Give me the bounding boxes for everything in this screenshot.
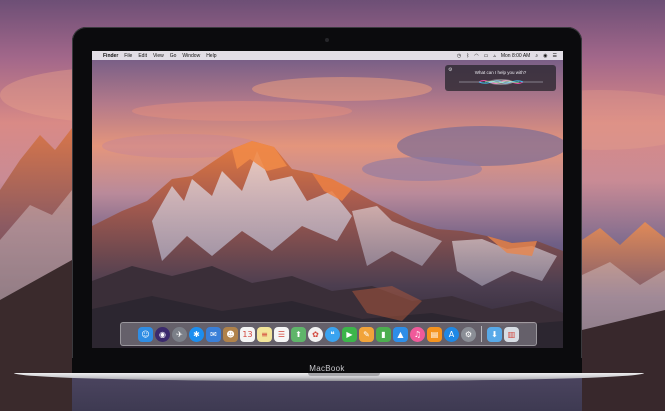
menu-view[interactable]: View [153,53,164,59]
menu-clock[interactable]: Mon 8:00 AM [501,53,530,59]
siri-icon[interactable]: ◉ [543,53,547,59]
facetime-icon[interactable]: ▶ [342,326,357,342]
dock-separator [481,326,482,342]
menu-finder[interactable]: Finder [103,53,118,59]
app-store-icon[interactable]: A [444,326,459,342]
desktop-wallpaper [92,51,563,348]
numbers-icon[interactable]: ▮ [376,326,391,342]
notification-center-icon[interactable]: ☰ [553,53,557,59]
menu-edit[interactable]: Edit [138,53,147,59]
menu-file[interactable]: File [124,53,132,59]
battery-icon[interactable]: ▭ [484,53,489,59]
maps-icon[interactable]: ⬆ [291,326,306,342]
siri-icon[interactable]: ◉ [155,326,170,342]
finder-icon[interactable]: ☺ [138,326,153,342]
itunes-icon[interactable]: ♫ [410,326,425,342]
menu-bar: Finder File Edit View Go Window Help ◷ ᛒ… [92,51,563,60]
menu-help[interactable]: Help [206,53,216,59]
downloads-folder-icon[interactable]: ⬇ [487,326,502,342]
bluetooth-icon[interactable]: ᛒ [466,53,469,59]
launchpad-icon[interactable]: ✈ [172,326,187,342]
time-machine-icon[interactable]: ◷ [457,53,461,59]
menu-bar-status-area: ◷ ᛒ ◠ ▭ ▵ Mon 8:00 AM ⌕ ◉ ☰ [452,53,563,59]
dock: ☺ ◉ ✈ ✱ ✉ ☻ 13 ≡ ☰ ⬆ ✿ ❝ ▶ ✎ ▮ ▲ ♫ ▤ A ⚙ ⬇ ▥ [120,322,537,346]
system-preferences-icon[interactable]: ⚙ [461,326,476,342]
camera-icon [325,38,329,42]
siri-prompt: What can I help you with? [474,70,527,75]
siri-waveform [459,79,543,85]
pages-icon[interactable]: ✎ [359,326,374,342]
safari-icon[interactable]: ✱ [189,326,204,342]
contacts-icon[interactable]: ☻ [223,326,238,342]
reminders-icon[interactable]: ☰ [274,326,289,342]
siri-panel: ⚙ What can I help you with? [445,65,556,91]
ibooks-icon[interactable]: ▤ [427,326,442,342]
messages-icon[interactable]: ❝ [325,326,340,342]
mail-icon[interactable]: ✉ [206,326,221,342]
laptop-brand-label: MacBook [309,364,345,373]
laptop-chin: MacBook [72,358,582,373]
keynote-icon[interactable]: ▲ [393,326,408,342]
calendar-icon[interactable]: 13 [240,326,255,342]
laptop-base-notch [308,373,380,376]
desktop-screen: Finder File Edit View Go Window Help ◷ ᛒ… [92,51,563,348]
wifi-icon[interactable]: ◠ [474,53,478,59]
menu-go[interactable]: Go [170,53,177,59]
photos-icon[interactable]: ✿ [308,326,323,342]
menu-window[interactable]: Window [182,53,200,59]
notes-icon[interactable]: ≡ [257,326,272,342]
trash-icon[interactable]: ▥ [504,326,519,342]
airplay-icon[interactable]: ▵ [493,53,496,59]
spotlight-icon[interactable]: ⌕ [535,53,538,59]
